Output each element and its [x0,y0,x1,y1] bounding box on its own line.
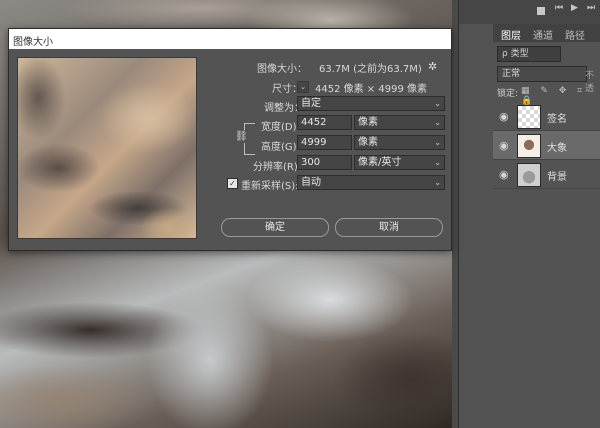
layer-row-signature[interactable]: ◉ 签名 [493,102,600,131]
resolution-unit-value: 像素/英寸 [358,157,402,168]
image-preview[interactable] [17,57,197,239]
step-back-icon[interactable]: ⏮ [555,3,563,13]
height-input[interactable]: 4999 [297,135,352,150]
chevron-down-icon: ⌄ [434,158,441,167]
dialog-titlebar[interactable]: 图像大小 [9,29,451,49]
layer-name: 签名 [547,114,567,125]
eye-icon[interactable]: ◉ [499,110,509,123]
lock-label: 锁定: [497,89,519,99]
tab-layers[interactable]: 图层 [501,27,521,42]
tab-paths[interactable]: 路径 [565,27,585,42]
gear-icon[interactable]: ✲ [428,60,437,73]
image-size-label: 图像大小： [257,64,307,75]
layer-thumbnail [517,163,541,187]
chevron-down-icon: ⌄ [434,178,441,187]
tab-channels[interactable]: 通道 [533,27,553,42]
dimensions-unit-dropdown[interactable]: ⌄ [297,81,309,93]
resolution-label: 分辨率(R): [253,162,302,173]
width-unit-value: 像素 [358,117,378,128]
resolution-input[interactable]: 300 [297,155,352,170]
width-label: 宽度(D): [261,122,300,133]
fit-to-select[interactable]: 自定 ⌄ [297,96,445,111]
ok-button[interactable]: 确定 [221,218,329,237]
play-icon[interactable]: ▶ [571,3,578,13]
dimensions-value: 4452 像素 × 4999 像素 [315,84,427,95]
resample-method-select[interactable]: 自动 ⌄ [297,175,445,190]
chain-link-icon[interactable]: ⛓ [235,130,248,143]
eye-icon[interactable]: ◉ [499,139,509,152]
dialog-title: 图像大小 [13,37,53,48]
chevron-down-icon: ⌄ [434,99,441,108]
layer-row-background[interactable]: ◉ 背景 [493,160,600,189]
blend-mode-select[interactable]: 正常 [497,66,587,82]
height-label: 高度(G): [261,142,300,153]
width-unit-select[interactable]: 像素 ⌄ [354,115,445,130]
resample-checkbox[interactable]: ✓ [227,178,238,189]
layers-panel: ⏮ ▶ ⏭ 图层 通道 路径 ρ 类型 正常 不透 锁定: ▦ ✎ ✥ ⌗ 🔒 … [458,0,600,428]
resample-label: 重新采样(S): [241,181,299,192]
layer-name: 大象 [547,143,567,154]
layer-thumbnail [517,134,541,158]
height-unit-select[interactable]: 像素 ⌄ [354,135,445,150]
step-forward-icon[interactable]: ⏭ [587,3,595,13]
chevron-down-icon: ⌄ [434,118,441,127]
eye-icon[interactable]: ◉ [499,168,509,181]
resample-method-value: 自动 [301,177,321,188]
image-size-value: 63.7M (之前为63.7M) [319,64,422,75]
layer-thumbnail [517,105,541,129]
layer-filter-select[interactable]: ρ 类型 [497,46,561,62]
fit-to-value: 自定 [301,98,321,109]
cancel-button[interactable]: 取消 [335,218,443,237]
stop-icon[interactable] [537,7,545,15]
resolution-unit-select[interactable]: 像素/英寸 ⌄ [354,155,445,170]
width-input[interactable]: 4452 [297,115,352,130]
image-size-dialog: 图像大小 图像大小： 63.7M (之前为63.7M) ✲ 尺寸： ⌄ 4452… [8,28,452,251]
height-unit-value: 像素 [358,137,378,148]
layer-row-elephant[interactable]: ◉ 大象 [493,131,600,160]
layer-name: 背景 [547,172,567,183]
panel-tab-bar: 图层 通道 路径 [493,24,600,42]
panel-toolbar: ⏮ ▶ ⏭ [459,0,600,24]
chevron-down-icon: ⌄ [434,138,441,147]
